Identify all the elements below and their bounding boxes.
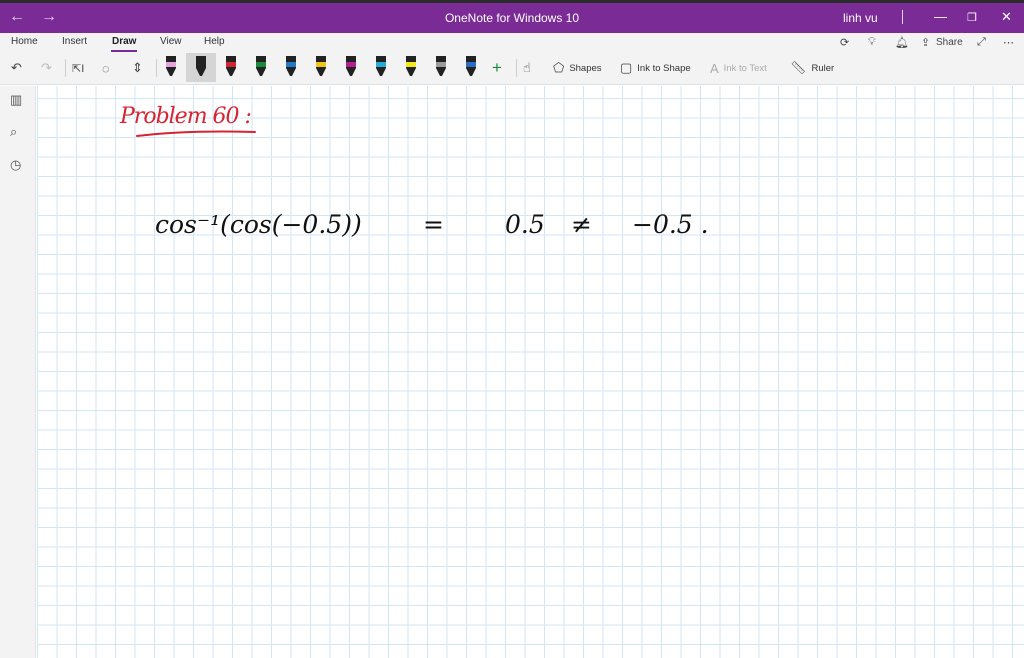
- sync-icon[interactable]: ⟳: [840, 36, 849, 49]
- toolbar-divider: [65, 59, 66, 77]
- pen-9[interactable]: [406, 56, 416, 76]
- user-name[interactable]: linh vu: [843, 11, 878, 25]
- add-space-icon[interactable]: ⇕: [132, 56, 143, 80]
- more-icon[interactable]: ⋯: [1003, 36, 1014, 49]
- left-rail: ▥ ⌕ ◷: [0, 86, 36, 658]
- title-bar: ← → OneNote for Windows 10 linh vu — ❐ ✕: [0, 0, 1024, 33]
- equation-equals: =: [423, 210, 444, 239]
- pen-1[interactable]: [166, 56, 176, 76]
- pen-7[interactable]: [346, 56, 356, 76]
- tab-help[interactable]: Help: [204, 36, 225, 47]
- minimize-icon[interactable]: —: [934, 9, 947, 24]
- ruler-button[interactable]: 📏︎ Ruler: [790, 56, 834, 80]
- type-select-icon[interactable]: ⇱I: [72, 56, 84, 80]
- ink-to-text-button: A Ink to Text: [710, 56, 767, 80]
- bell-icon[interactable]: 🔔︎: [895, 36, 909, 49]
- tab-insert[interactable]: Insert: [62, 36, 87, 47]
- add-pen-icon[interactable]: +: [492, 56, 502, 80]
- ink-strokes: [136, 130, 256, 137]
- close-icon[interactable]: ✕: [1001, 9, 1012, 25]
- page-canvas[interactable]: Problem 60 : cos⁻¹(cos(−0.5)) = 0.5 ≠ −0…: [37, 86, 1024, 658]
- tab-draw[interactable]: Draw: [112, 36, 136, 47]
- pen-10[interactable]: [436, 56, 446, 76]
- pen-5[interactable]: [286, 56, 296, 76]
- ruler-icon: 📏︎: [790, 60, 807, 75]
- ruler-label: Ruler: [811, 62, 835, 74]
- title-divider: [902, 10, 903, 24]
- ink-to-text-icon: A: [710, 60, 719, 76]
- lightbulb-icon[interactable]: 💡︎: [868, 36, 876, 49]
- active-tab-indicator: [111, 50, 137, 52]
- pen-4[interactable]: [256, 56, 266, 76]
- maximize-icon[interactable]: ❐: [967, 11, 977, 24]
- ink-to-shape-label: Ink to Shape: [637, 62, 691, 74]
- redo-icon: ↷: [41, 60, 52, 75]
- equation-not-equal: ≠: [571, 210, 592, 239]
- expand-icon[interactable]: ⤢: [977, 36, 986, 49]
- undo-icon[interactable]: ↶: [11, 56, 22, 80]
- toolbar-divider: [156, 59, 157, 77]
- pen-11[interactable]: [466, 56, 476, 76]
- shapes-label: Shapes: [569, 62, 602, 74]
- pen-6[interactable]: [316, 56, 326, 76]
- tab-home[interactable]: Home: [11, 36, 38, 47]
- ribbon: Home Insert Draw View Help ⟳ 💡︎ 🔔︎ ⇪ Sha…: [0, 33, 1024, 85]
- pen-3[interactable]: [226, 56, 236, 76]
- shapes-icon: ⬠: [553, 60, 565, 75]
- lasso-select-icon[interactable]: ◌: [102, 56, 110, 80]
- touch-drawing-icon[interactable]: ☝︎: [523, 56, 531, 80]
- notebooks-icon[interactable]: ▥: [10, 92, 22, 108]
- equation-value: 0.5: [505, 210, 545, 239]
- equation-lhs: cos⁻¹(cos(−0.5)): [155, 210, 362, 239]
- toolbar-divider: [516, 59, 517, 77]
- recent-clock-icon[interactable]: ◷: [10, 157, 21, 173]
- ink-to-shape-icon: ▢: [620, 60, 633, 75]
- pen-tray[interactable]: [160, 54, 490, 82]
- tab-view[interactable]: View: [160, 36, 182, 47]
- share-icon[interactable]: ⇪: [921, 36, 930, 49]
- share-button[interactable]: Share: [936, 37, 963, 48]
- ink-to-shape-button[interactable]: ▢ Ink to Shape: [620, 56, 691, 80]
- equation-rhs: −0.5 .: [632, 210, 709, 239]
- search-icon[interactable]: ⌕: [10, 124, 17, 140]
- shapes-button[interactable]: ⬠ Shapes: [553, 56, 602, 80]
- draw-toolbar: ↶ ↷ ⇱I ◌ ⇕ + ☝︎ ⬠ Shapes ▢ Ink to Shape …: [0, 53, 1024, 83]
- ink-to-text-label: Ink to Text: [723, 62, 767, 74]
- pen-2[interactable]: [196, 56, 206, 76]
- pen-8[interactable]: [376, 56, 386, 76]
